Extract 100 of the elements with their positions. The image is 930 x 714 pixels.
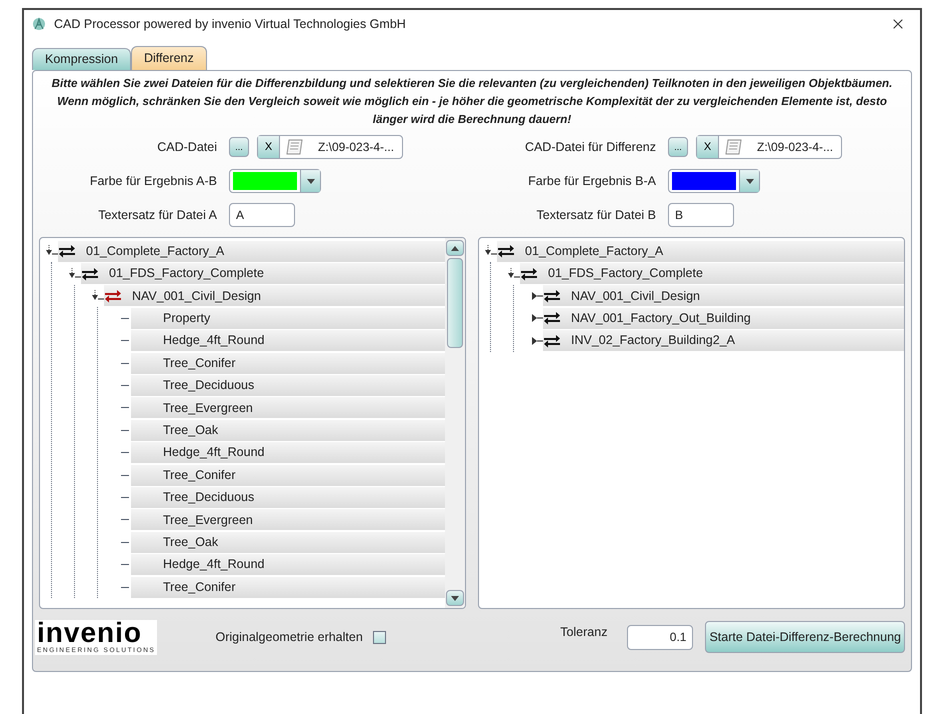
color-label: Farbe für Ergebnis B-A [527,172,657,190]
tree-row[interactable]: Tree_Evergreen [131,509,445,530]
browse-button[interactable]: ... [668,137,688,157]
tree-branch-line [121,496,129,498]
tree-node-label: Tree_Oak [163,534,218,551]
tree-node-label: NAV_001_Factory_Out_Building [571,310,751,327]
tolerance-field[interactable]: 0.1 [627,624,694,650]
swap-arrows-icon [520,266,538,281]
text-replace-label: Textersatz für Datei B [536,206,657,224]
tree-branch-line [121,519,129,520]
tree-branch-line [121,452,129,454]
text-replace-label: Textersatz für Datei A [97,206,218,224]
tree-node-label: Hedge_4ft_Round [163,556,264,574]
tree-node-label: Hedge_4ft_Round [163,444,264,462]
start-button[interactable]: Starte Datei-Differenz-Berechnung [705,621,905,653]
tree-row[interactable]: Tree_Oak [131,420,445,441]
tree-node-label: 01_Complete_Factory_A [525,242,664,260]
tree-row[interactable]: NAV_001_Factory_Out_Building [543,308,904,329]
clear-button[interactable]: X [697,136,719,158]
color-picker[interactable] [668,169,760,193]
file-path-text: Z:\09-023-4-... [756,139,834,156]
tree-row[interactable]: 01_FDS_Factory_Complete [520,263,904,284]
file-label: CAD-Datei [156,138,218,156]
tree-node-label: Tree_Deciduous [163,489,254,506]
tree-branch-line [121,362,129,364]
scroll-down-icon[interactable] [451,596,459,600]
logo-wordmark: invenio [37,620,144,646]
text-replace-field[interactable]: A [229,203,295,227]
scrollbar[interactable] [445,238,465,608]
tree-row[interactable]: NAV_001_Civil_Design [543,285,904,306]
dropdown-caret-icon [746,178,754,184]
tree-branch-line [121,586,129,588]
tree-node-label: Tree_Deciduous [163,377,254,394]
instructions-text: Bitte wählen Sie zwei Dateien für die Differenzbildung und selektieren Sie die relevanten (zu vergleichenden) Teilknoten in den jeweiligen Objektbäumen. Wenn möglich, schränken Sie den Vergleich soweit wie möglich ein - je höher die geometrische Komplexität der zu vergleichenden Elemente ist, desto länger wird die Berechnung dauern! [50,76,894,128]
tree-row[interactable]: Tree_Conifer [131,576,445,598]
tree-row[interactable]: Tree_Conifer [131,464,445,486]
tree-row[interactable]: Tree_Deciduous [131,375,445,396]
scroll-up-icon[interactable] [451,246,459,250]
tree-branch-line [121,340,129,342]
color-label: Farbe für Ergebnis A-B [88,172,218,190]
file-path-field[interactable]: X Z:\09-023-4-... [696,135,842,159]
tab[interactable]: Differenz [130,46,207,70]
app-icon [32,17,46,31]
tree-branch-line [121,564,129,566]
tree-node-label: Tree_Oak [163,422,218,439]
tree-branch-line [121,474,129,476]
tree-row[interactable]: INV_02_Factory_Building2_A [543,330,904,352]
tree-branch-line [121,385,129,386]
tab[interactable]: Kompression [32,48,131,70]
document-icon [725,139,743,155]
tree-row[interactable]: Tree_Oak [131,532,445,553]
swap-arrows-icon [543,311,561,326]
tree-row[interactable]: Property [131,308,445,329]
tree-row[interactable]: 01_FDS_Factory_Complete [81,263,445,284]
tree-node-label: NAV_001_Civil_Design [571,288,700,305]
window-title: CAD Processor powered by invenio Virtual Technologies GmbH [54,16,406,33]
swap-arrows-icon [543,334,561,348]
tree-node-label: Hedge_4ft_Round [163,332,264,350]
tree-node-label: 01_Complete_Factory_A [86,242,224,260]
file-label: CAD-Datei für Differenz [524,138,657,156]
tree-node-label: Tree_Evergreen [163,512,253,529]
color-picker[interactable] [229,169,321,193]
tree-row[interactable]: Hedge_4ft_Round [131,442,445,464]
tree-row[interactable]: NAV_001_Civil_Design [104,285,445,306]
tree-node-label: 01_FDS_Factory_Complete [109,265,264,282]
tree-node-label: INV_02_Factory_Building2_A [571,332,735,350]
tree-node-label: Tree_Conifer [163,354,236,372]
dropdown-caret-icon [306,178,314,184]
document-icon [286,139,304,155]
file-path-field[interactable]: X Z:\09-023-4-... [257,135,404,159]
tree-branch-line [121,407,129,408]
tree-row[interactable]: 01_Complete_Factory_A [497,240,904,262]
tree-node-label: Tree_Conifer [163,578,236,596]
swap-arrows-icon [58,244,76,258]
browse-button[interactable]: ... [229,137,249,157]
tree-node-label: Tree_Conifer [163,466,236,484]
tree-branch-line [121,542,129,543]
tree-row[interactable]: Tree_Evergreen [131,397,445,418]
tree-row[interactable]: 01_Complete_Factory_A [58,240,445,262]
tree-node-label: Property [163,310,210,327]
text-replace-field[interactable]: B [668,203,734,227]
tree-row[interactable]: Tree_Deciduous [131,486,445,508]
tree-branch-line [121,318,129,319]
clear-button[interactable]: X [258,136,280,158]
tree-node-label: 01_FDS_Factory_Complete [548,265,703,282]
tree-row[interactable]: Hedge_4ft_Round [131,330,445,352]
tree-row[interactable]: Hedge_4ft_Round [131,554,445,576]
swap-arrows-icon [81,266,99,281]
swap-arrows-icon [543,288,561,303]
file-path-text: Z:\09-023-4-... [317,139,396,156]
keep-geometry-label: Originalgeometrie erhalten [215,628,363,646]
swap-arrows-icon [104,288,122,303]
tree-node-label: Tree_Evergreen [163,400,253,417]
tolerance-label: Toleranz [560,624,608,641]
scroll-thumb[interactable] [447,258,463,348]
tree-branch-line [121,430,129,431]
checkbox[interactable] [372,630,386,644]
swap-arrows-icon [497,244,515,258]
tree-row[interactable]: Tree_Conifer [131,352,445,374]
tree-node-label: NAV_001_Civil_Design [132,288,262,305]
